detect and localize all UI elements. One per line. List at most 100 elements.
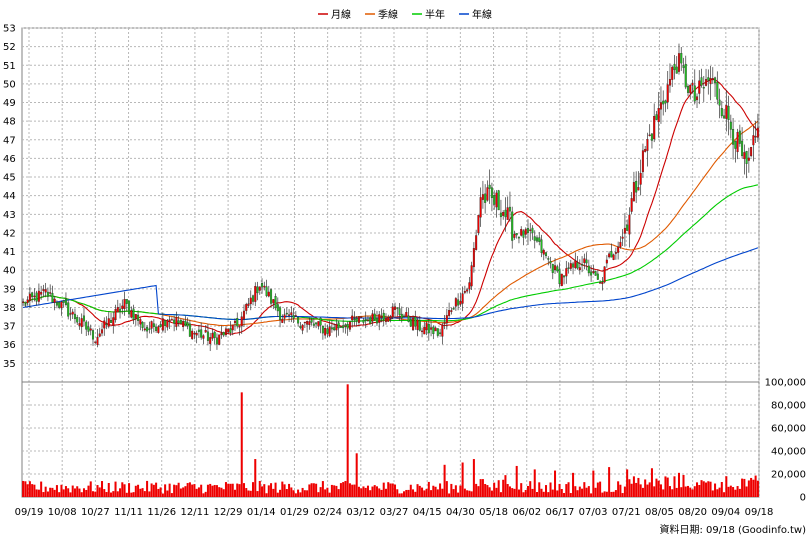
candle-body [123, 299, 126, 309]
candle-body [24, 304, 27, 306]
candle-body [513, 233, 516, 238]
volume-bar [673, 476, 676, 497]
volume-bar [31, 484, 34, 497]
volume-bar [150, 483, 153, 497]
volume-bar [209, 483, 212, 497]
candle-body [707, 77, 710, 81]
candle-body [723, 115, 726, 119]
candle-body [103, 320, 106, 329]
candle-body [107, 318, 110, 327]
volume-bar [452, 489, 455, 497]
volume-tick-label: 60,000 [771, 424, 806, 435]
volume-bar [608, 467, 611, 497]
volume-bar [362, 486, 365, 497]
volume-bar [186, 483, 189, 497]
candle-body [76, 317, 79, 323]
candle-body [736, 132, 739, 153]
candle-body [650, 133, 653, 141]
candle-body [594, 271, 597, 276]
candle-body [529, 229, 532, 231]
volume-bar [137, 484, 140, 497]
candle-body [141, 321, 144, 328]
candle-body [80, 318, 83, 328]
volume-bar [384, 488, 388, 497]
candle-body [258, 286, 261, 291]
volume-bar [434, 486, 437, 497]
volume-bar [283, 484, 286, 497]
volume-bar [752, 479, 755, 497]
volume-bar [37, 489, 40, 497]
volume-bar [78, 488, 81, 497]
volume-bar [436, 489, 439, 497]
candle-body [475, 235, 478, 250]
volume-bar [141, 488, 144, 497]
candle-body [427, 324, 430, 334]
candle-body [157, 326, 160, 333]
candle-body [686, 85, 690, 93]
candle-body [202, 335, 205, 339]
candle-body [545, 252, 548, 257]
candle-body [619, 241, 622, 248]
candle-body [159, 324, 162, 327]
volume-bar [403, 491, 406, 497]
candle-body [430, 327, 433, 330]
volume-tick-label: 40,000 [771, 447, 806, 458]
candle-body [714, 77, 717, 84]
candle-body [236, 318, 239, 327]
volume-bar [328, 492, 331, 497]
date-tick-label: 08/20 [678, 507, 707, 518]
price-tick-label: 40 [3, 266, 16, 277]
candle-body [369, 317, 372, 324]
volume-bar [628, 479, 631, 497]
candle-body [292, 315, 295, 319]
volume-bar [91, 491, 95, 497]
volume-bar [85, 489, 88, 497]
volume-bar [254, 459, 257, 497]
date-tick-label: 11/26 [147, 507, 176, 518]
candle-body [326, 328, 329, 334]
candle-body [436, 328, 439, 336]
volume-bar [94, 491, 97, 497]
candle-body [696, 96, 699, 101]
stock-chart: 35 36 37 38 39 40 41 42 43 44 45 46 47 48 49 50 51 52 53 0… [3, 8, 806, 536]
candle-body [540, 239, 543, 254]
candle-body [637, 187, 640, 191]
candle-body [267, 291, 270, 297]
volume-bar [702, 481, 705, 497]
candle-body [44, 289, 47, 293]
volume-bar [112, 491, 115, 497]
volume-bar [82, 488, 85, 497]
candle-body [143, 328, 146, 331]
candle-body [508, 206, 511, 212]
price-tick-label: 46 [3, 154, 16, 165]
volume-bar [680, 487, 683, 497]
volume-bar [693, 486, 696, 497]
legend-label: 年線 [472, 8, 492, 21]
volume-bar [720, 481, 723, 497]
volume-bar [110, 492, 113, 497]
volume-bar [299, 492, 302, 497]
date-tick-label: 04/30 [446, 507, 475, 518]
candle-body [558, 269, 561, 285]
candle-body [382, 312, 385, 320]
candle-body [635, 180, 638, 193]
volume-bar [430, 490, 433, 497]
candle-body [91, 330, 95, 340]
volume-bar [69, 492, 72, 497]
candle-body [477, 215, 480, 234]
volume-bar [716, 489, 719, 497]
candle-body [702, 87, 705, 89]
volume-bar [28, 481, 31, 497]
volume-bar [619, 484, 622, 497]
volume-bar [116, 491, 119, 497]
candle-body [592, 271, 595, 274]
candle-body [542, 249, 545, 255]
volume-bar [450, 483, 453, 497]
candle-body [211, 332, 214, 339]
volume-bar [166, 490, 169, 497]
volume-bar [707, 481, 710, 497]
candle-body [689, 84, 692, 94]
volume-bar [709, 481, 712, 497]
volume-bar [657, 480, 660, 497]
price-tick-label: 44 [3, 191, 16, 202]
